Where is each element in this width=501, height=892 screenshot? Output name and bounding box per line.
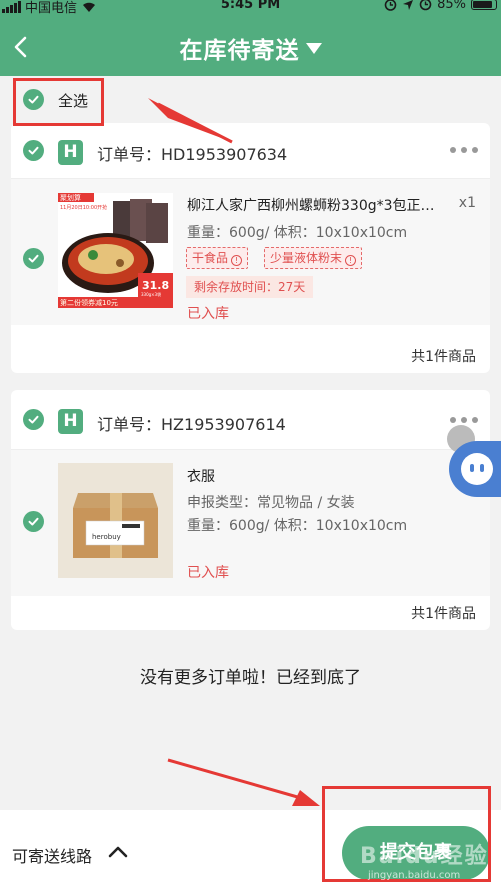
end-of-list-message: 没有更多订单啦！已经到底了 [140, 668, 361, 688]
stock-status: 已入库 [187, 565, 229, 581]
h-logo-icon: H [58, 409, 83, 434]
nav-bar: 在库待寄送 [0, 18, 501, 76]
annotation-arrow-submit-shaft [167, 758, 309, 802]
annotation-box-select-all [13, 78, 104, 126]
check-icon [28, 415, 39, 424]
alarm-icon [384, 0, 397, 11]
product-spec: 重量：600g/ 体积：10x10x10cm [187, 518, 408, 534]
check-icon [28, 146, 39, 155]
chevron-up-icon[interactable] [108, 844, 128, 860]
item-count: 共1件商品 [411, 606, 476, 622]
order-number-label: 订单号： [97, 145, 162, 164]
item-count: 共1件商品 [411, 349, 476, 365]
tag-dry-food: 干食品! [186, 247, 249, 269]
info-icon: ! [231, 255, 243, 266]
product-image: 聚划算 11月20日10:00开抢 31.8 330g×3袋 第二份领券减10元 [58, 193, 173, 308]
product-spec: 重量：600g/ 体积：10x10x10cm [187, 225, 408, 241]
product-row[interactable]: 聚划算 11月20日10:00开抢 31.8 330g×3袋 第二份领券减10元… [11, 179, 490, 325]
tag-dry-food-label: 干食品 [192, 251, 229, 265]
product-row[interactable]: herobuy 衣服 申报类型：常见物品 / 女装 重量：600g/ 体积：10… [11, 450, 490, 596]
location-icon [403, 0, 413, 10]
caret-down-icon [305, 43, 322, 54]
declare-type: 申报类型：常见物品 / 女装 [187, 495, 355, 511]
image-banner-text: 聚划算 [60, 193, 81, 202]
product-title: 衣服 [187, 469, 215, 485]
order-header: H 订单号：HD1953907634 [11, 123, 490, 179]
image-brand-text: herobuy [92, 533, 121, 541]
check-icon [28, 517, 39, 526]
route-selector[interactable]: 可寄送线路 [12, 843, 92, 867]
customer-service-button[interactable] [449, 441, 501, 497]
product-image: herobuy [58, 463, 173, 578]
more-icon[interactable] [450, 417, 478, 423]
order-number-value: HZ1953907614 [161, 415, 286, 434]
order-number: 订单号：HZ1953907614 [97, 411, 286, 435]
image-date-text: 11月20日10:00开抢 [60, 204, 107, 211]
more-icon[interactable] [450, 147, 478, 153]
status-bar: 中国电信 5:45 PM 85% [0, 0, 501, 18]
check-icon [28, 254, 39, 263]
storage-time-badge: 剩余存放时间：27天 [186, 276, 314, 298]
tag-liquid-powder: 少量液体粉末! [264, 247, 363, 269]
tag-liquid-powder-label: 少量液体粉末 [270, 251, 343, 265]
noodle-package-image: 聚划算 11月20日10:00开抢 31.8 330g×3袋 第二份领券减10元 [58, 193, 173, 308]
order-number: 订单号：HD1953907634 [97, 141, 287, 165]
annotation-arrow-submit [292, 790, 320, 806]
image-price-text: 31.8 [142, 279, 169, 292]
battery-percent: 85% [437, 0, 466, 12]
watermark: Baidu经验 [360, 844, 489, 869]
info-icon: ! [345, 255, 357, 266]
status-right: 85% [384, 0, 497, 12]
product-title: 柳江人家广西柳州螺蛳粉330g*3包正… [187, 198, 435, 214]
order-header: H 订单号：HZ1953907614 [11, 390, 490, 450]
image-promo-text: 第二份领券减10元 [60, 298, 118, 307]
order-card: H 订单号：HZ1953907614 herobuy 衣服 申报类型：常见物品 … [11, 390, 490, 630]
order-number-label: 订单号： [97, 415, 162, 434]
image-weight-text: 330g×3袋 [141, 291, 161, 297]
battery-icon [471, 0, 497, 10]
order-checkbox[interactable] [23, 140, 44, 161]
page-title[interactable]: 在库待寄送 [0, 31, 501, 65]
order-card: H 订单号：HD1953907634 聚划算 11月20日10:00开抢 31.… [11, 123, 490, 373]
robot-face-icon [461, 453, 493, 485]
clock-icon [419, 0, 432, 11]
order-number-value: HD1953907634 [161, 145, 288, 164]
order-checkbox[interactable] [23, 409, 44, 430]
product-checkbox[interactable] [23, 248, 44, 269]
product-qty: x1 [458, 195, 476, 211]
product-checkbox[interactable] [23, 511, 44, 532]
h-logo-icon: H [58, 140, 83, 165]
parcel-box-image: herobuy [58, 463, 173, 578]
stock-status: 已入库 [187, 306, 229, 322]
watermark-url: jingyan.baidu.com [368, 870, 461, 881]
page-title-text: 在库待寄送 [179, 38, 300, 64]
